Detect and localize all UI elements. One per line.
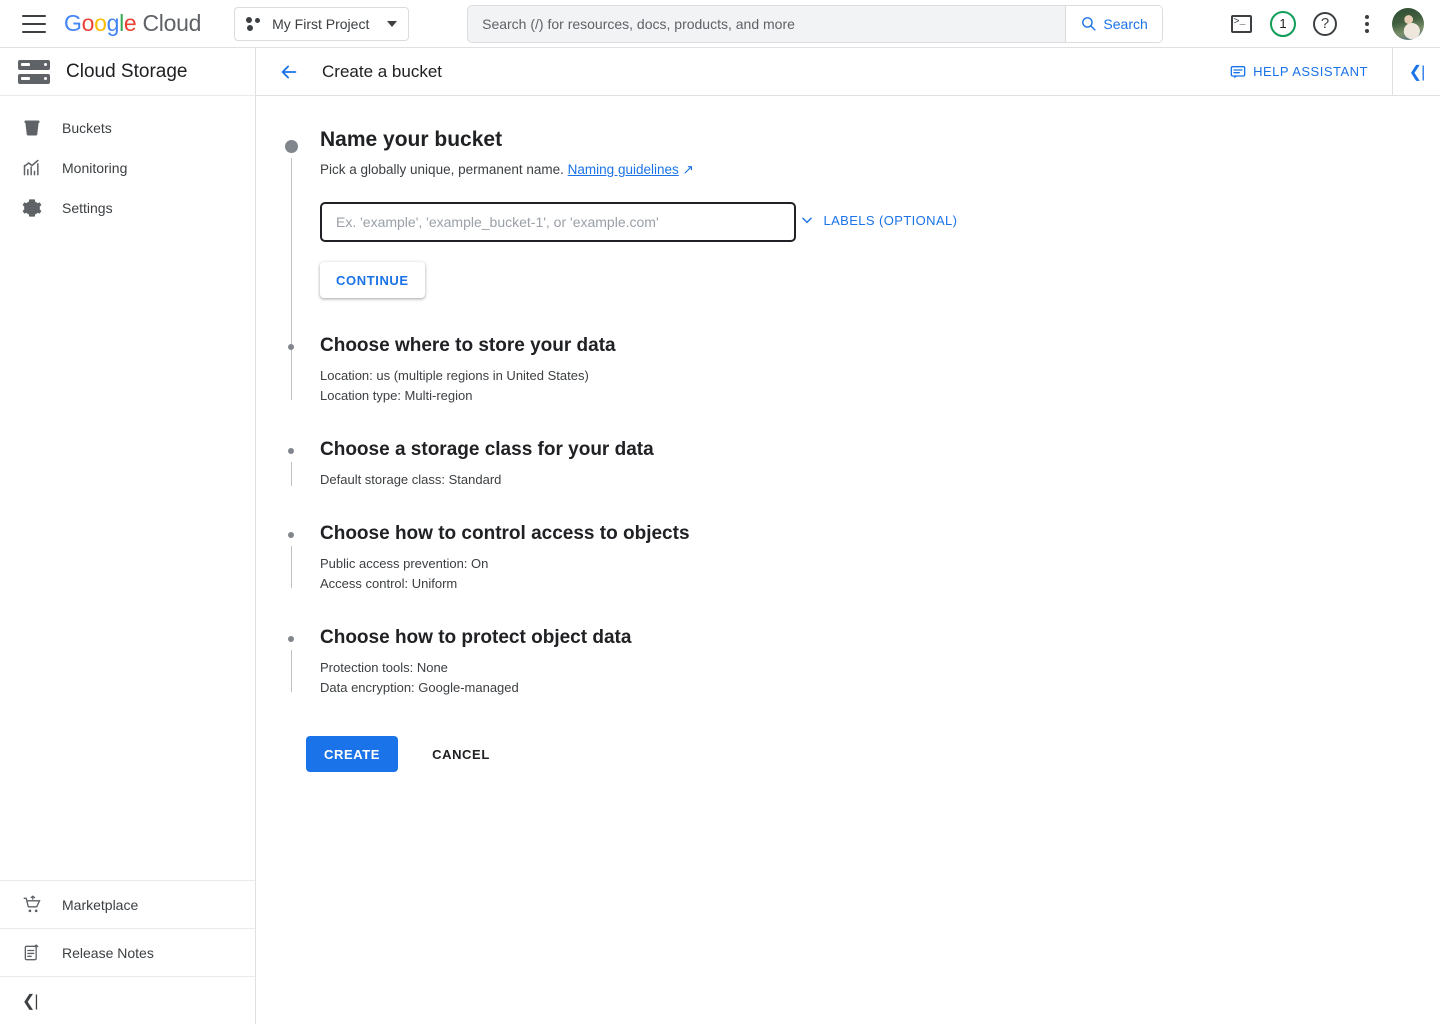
step1-description: Pick a globally unique, permanent name. … — [320, 160, 1440, 180]
notifications-count: 1 — [1270, 10, 1296, 37]
external-link-icon: ↗ — [682, 162, 694, 177]
sidebar-item-label: Marketplace — [62, 896, 139, 913]
summary-line: Access control: Uniform — [320, 576, 458, 591]
bucket-name-input[interactable] — [320, 202, 796, 242]
step2-heading: Choose where to store your data — [320, 335, 616, 356]
create-bucket-stepper: Name your bucket Pick a globally unique,… — [256, 96, 1440, 772]
sidebar-item-buckets[interactable]: Buckets — [0, 108, 255, 148]
sidebar-item-label: Monitoring — [62, 160, 128, 176]
help-assistant-button[interactable]: HELP ASSISTANT — [1230, 64, 1368, 80]
step-indicator — [288, 448, 294, 454]
hamburger-menu-icon[interactable] — [22, 14, 46, 33]
page-title: Create a bucket — [322, 61, 443, 81]
notifications-button[interactable]: 1 — [1266, 7, 1300, 41]
cloud-shell-terminal-icon[interactable] — [1224, 7, 1258, 41]
help-question-mark: ? — [1313, 11, 1337, 36]
summary-line: Data encryption: Google-managed — [320, 680, 519, 695]
step-protect-object-data[interactable]: Choose how to protect object data Protec… — [282, 624, 1440, 698]
step-connector-line — [291, 358, 292, 400]
collapse-right-panel-icon: ❮| — [1408, 63, 1426, 81]
cancel-button[interactable]: CANCEL — [422, 736, 500, 772]
project-selector-label: My First Project — [272, 15, 370, 32]
naming-guidelines-link[interactable]: Naming guidelines — [568, 162, 679, 177]
step1-heading: Name your bucket — [320, 128, 503, 151]
global-search[interactable]: Search — [467, 4, 1164, 43]
collapse-panel-icon: ❮| — [22, 992, 39, 1010]
step-connector-line — [291, 462, 292, 486]
bucket-icon — [20, 116, 44, 140]
sidebar-item-label: Settings — [62, 200, 113, 216]
step-connector-line — [291, 650, 292, 692]
back-arrow-icon[interactable] — [276, 59, 302, 85]
chevron-down-icon — [387, 20, 398, 27]
step-indicator-active — [285, 140, 298, 153]
help-icon[interactable]: ? — [1308, 7, 1342, 41]
chevron-down-icon — [802, 217, 813, 224]
more-options-icon[interactable] — [1350, 7, 1384, 41]
continue-button[interactable]: CONTINUE — [320, 262, 425, 298]
summary-line: Location: us (multiple regions in United… — [320, 368, 589, 383]
sidebar-item-release-notes[interactable]: Release Notes — [0, 928, 255, 976]
main-content: Name your bucket Pick a globally unique,… — [256, 96, 1440, 1024]
project-dots-icon — [246, 16, 263, 31]
cloud-storage-icon — [18, 59, 50, 84]
gear-icon — [20, 196, 44, 220]
sidebar-collapse-button[interactable]: ❮| — [0, 976, 255, 1024]
sidebar-bottom-section: Marketplace Release Notes ❮| — [0, 880, 255, 1024]
release-notes-icon — [20, 941, 44, 965]
step4-summary: Public access prevention: On Access cont… — [320, 554, 1440, 594]
sidebar-item-label: Buckets — [62, 120, 112, 136]
step3-heading: Choose a storage class for your data — [320, 439, 654, 460]
step-name-your-bucket: Name your bucket Pick a globally unique,… — [282, 124, 1440, 372]
sidebar-item-settings[interactable]: Settings — [0, 188, 255, 228]
google-cloud-logo[interactable]: Google Cloud — [64, 10, 201, 37]
sidebar-product-title: Cloud Storage — [66, 60, 188, 82]
page-header: Create a bucket HELP ASSISTANT — [256, 48, 1392, 96]
sidebar-item-label: Release Notes — [62, 944, 154, 961]
left-sidebar: Cloud Storage Buckets Monitoring Setting… — [0, 48, 256, 1024]
right-rail-collapse-button[interactable]: ❮| — [1392, 48, 1440, 96]
step1-description-text: Pick a globally unique, permanent name. — [320, 162, 564, 177]
step-choose-storage-class[interactable]: Choose a storage class for your data Def… — [282, 436, 1440, 490]
summary-line: Default storage class: Standard — [320, 472, 502, 487]
search-button-label: Search — [1103, 15, 1148, 32]
shopping-cart-icon — [20, 893, 44, 917]
form-actions: CREATE CANCEL — [306, 736, 1440, 772]
summary-line: Public access prevention: On — [320, 556, 489, 571]
sidebar-item-monitoring[interactable]: Monitoring — [0, 148, 255, 188]
step-connector-line — [291, 546, 292, 588]
create-button[interactable]: CREATE — [306, 736, 399, 772]
top-app-bar: Google Cloud My First Project Search 1 ? — [0, 0, 1440, 48]
help-assistant-label: HELP ASSISTANT — [1253, 64, 1368, 79]
labels-toggle-label: LABELS (OPTIONAL) — [823, 212, 958, 228]
step2-summary: Location: us (multiple regions in United… — [320, 366, 1440, 406]
search-icon — [1082, 17, 1097, 31]
step-indicator — [288, 532, 294, 538]
naming-guidelines-label: Naming guidelines — [567, 162, 679, 177]
sidebar-item-marketplace[interactable]: Marketplace — [0, 880, 255, 928]
step-choose-location[interactable]: Choose where to store your data Location… — [282, 332, 1440, 406]
user-avatar[interactable] — [1392, 7, 1424, 40]
labels-optional-toggle[interactable]: LABELS (OPTIONAL) — [800, 213, 957, 228]
step5-heading: Choose how to protect object data — [320, 627, 632, 648]
monitoring-chart-icon — [20, 156, 44, 180]
step3-summary: Default storage class: Standard — [320, 470, 1440, 490]
top-bar-actions: 1 ? — [1224, 7, 1440, 41]
sidebar-product-header: Cloud Storage — [0, 48, 255, 96]
summary-line: Location type: Multi-region — [320, 388, 473, 403]
search-input[interactable] — [468, 5, 1066, 42]
sidebar-nav-list: Buckets Monitoring Settings — [0, 96, 255, 228]
summary-line: Protection tools: None — [320, 660, 448, 675]
step-indicator — [288, 636, 294, 642]
step-indicator — [288, 344, 294, 350]
step5-summary: Protection tools: None Data encryption: … — [320, 658, 1440, 698]
step-choose-access-control[interactable]: Choose how to control access to objects … — [282, 520, 1440, 594]
search-button[interactable]: Search — [1065, 5, 1163, 42]
logo-cloud-word: Cloud — [142, 10, 202, 36]
project-selector[interactable]: My First Project — [234, 6, 410, 41]
help-assistant-chat-icon — [1230, 65, 1246, 79]
step4-heading: Choose how to control access to objects — [320, 523, 690, 544]
